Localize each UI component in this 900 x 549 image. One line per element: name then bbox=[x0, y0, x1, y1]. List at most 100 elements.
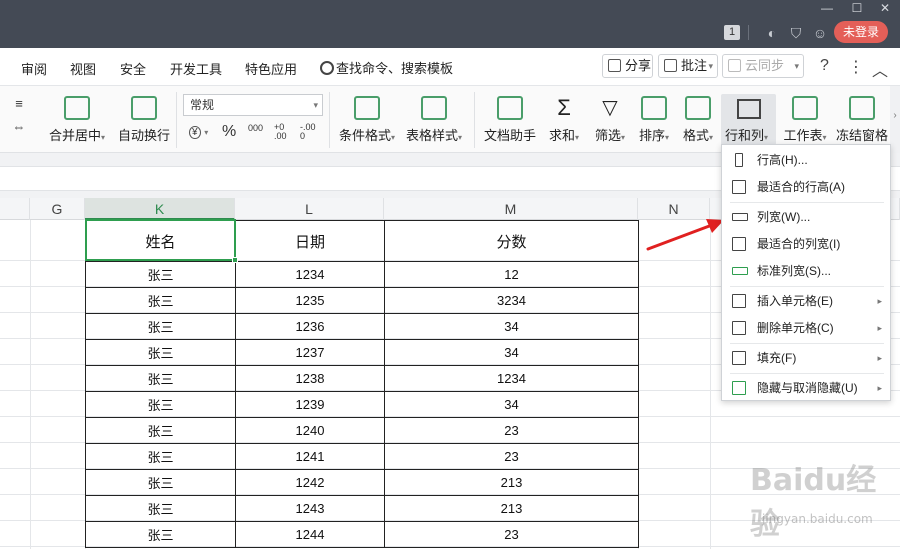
table-cell[interactable]: 张三 bbox=[85, 469, 236, 496]
skin-icon[interactable]: ◐ bbox=[763, 24, 781, 42]
table-cell[interactable]: 1235 bbox=[235, 287, 385, 314]
tab-review[interactable]: 审阅 bbox=[21, 59, 47, 78]
table-cell[interactable]: 张三 bbox=[85, 313, 236, 340]
column-header-g[interactable]: G bbox=[30, 198, 85, 220]
menu-item-autofit-column-width[interactable]: 最适合的列宽(I) bbox=[722, 231, 890, 257]
table-cell[interactable]: 1239 bbox=[235, 391, 385, 418]
table-cell[interactable]: 1238 bbox=[235, 365, 385, 392]
table-cell[interactable]: 张三 bbox=[85, 495, 236, 522]
title-bar: — ☐ ✕ 1 ◐ ⛉ ☺ 未登录 bbox=[0, 0, 900, 48]
tab-developer[interactable]: 开发工具 bbox=[170, 59, 222, 78]
table-cell[interactable]: 34 bbox=[384, 313, 639, 340]
table-cell[interactable]: 23 bbox=[384, 443, 639, 470]
header-cell-date[interactable]: 日期 bbox=[235, 220, 385, 262]
command-search[interactable]: 查找命令、搜索模板 bbox=[320, 58, 453, 77]
column-width-icon bbox=[732, 213, 748, 221]
header-cell-score[interactable]: 分数 bbox=[384, 220, 639, 262]
table-cell[interactable]: 1236 bbox=[235, 313, 385, 340]
menu-item-autofit-row-height[interactable]: 最适合的行高(A) bbox=[722, 174, 890, 200]
freeze-panes-button[interactable]: 冻结窗格 bbox=[836, 96, 888, 144]
more-icon[interactable]: ⋮ bbox=[848, 57, 864, 77]
help-icon[interactable]: ? bbox=[820, 57, 829, 75]
table-cell[interactable]: 34 bbox=[384, 391, 639, 418]
indent-icon[interactable]: ≡ ⇔ bbox=[8, 96, 30, 134]
freeze-panes-label: 冻结窗格 bbox=[836, 128, 889, 143]
table-cell[interactable]: 张三 bbox=[85, 287, 236, 314]
auto-wrap-button[interactable]: 自动换行 bbox=[117, 96, 171, 144]
share-button[interactable]: 分享 bbox=[602, 54, 653, 78]
table-style-button[interactable]: 表格样式▾ bbox=[404, 96, 464, 144]
close-button[interactable]: ✕ bbox=[870, 0, 900, 18]
column-header-m[interactable]: M bbox=[384, 198, 638, 220]
worksheet-button[interactable]: 工作表▾ bbox=[780, 96, 830, 144]
table-cell[interactable]: 1240 bbox=[235, 417, 385, 444]
cloud-icon bbox=[728, 59, 741, 72]
window-count-badge[interactable]: 1 bbox=[724, 25, 740, 40]
table-cell[interactable]: 213 bbox=[384, 495, 639, 522]
merge-center-button[interactable]: 合并居中▾ bbox=[46, 96, 108, 144]
table-cell[interactable]: 1234 bbox=[235, 261, 385, 288]
increase-decimal-button[interactable]: +0 .00 bbox=[274, 123, 294, 141]
menu-item-column-width[interactable]: 列宽(W)... bbox=[722, 204, 890, 230]
table-cell[interactable]: 张三 bbox=[85, 339, 236, 366]
tab-special-apps[interactable]: 特色应用 bbox=[245, 59, 297, 78]
annotate-button[interactable]: 批注 ▾ bbox=[658, 54, 718, 78]
minimize-button[interactable]: — bbox=[812, 0, 842, 18]
table-cell[interactable]: 张三 bbox=[85, 443, 236, 470]
sort-button[interactable]: 排序▾ bbox=[636, 96, 672, 144]
decrease-decimal-button[interactable]: -.00 0 bbox=[300, 123, 320, 141]
number-format-select[interactable]: 常规 ▾ bbox=[183, 94, 323, 116]
menu-item-label: 列宽(W)... bbox=[757, 210, 811, 224]
column-header-k[interactable]: K bbox=[85, 198, 235, 220]
column-header-l[interactable]: L bbox=[235, 198, 384, 220]
table-cell[interactable]: 12 bbox=[384, 261, 639, 288]
merge-center-label: 合并居中 bbox=[48, 128, 101, 143]
fill-handle[interactable] bbox=[232, 257, 238, 263]
shirt-icon[interactable]: ⛉ bbox=[787, 24, 805, 42]
table-cell[interactable]: 3234 bbox=[384, 287, 639, 314]
sum-button[interactable]: Σ 求和▾ bbox=[546, 96, 582, 144]
table-cell[interactable]: 1234 bbox=[384, 365, 639, 392]
menu-item-standard-column-width[interactable]: 标准列宽(S)... bbox=[722, 258, 890, 284]
delete-cells-icon bbox=[732, 321, 746, 335]
row-height-icon bbox=[735, 153, 743, 167]
tab-view[interactable]: 视图 bbox=[70, 59, 96, 78]
cloud-sync-button[interactable]: 云同步 ▾ bbox=[722, 54, 804, 78]
ribbon-scroll-right[interactable]: › bbox=[890, 86, 900, 153]
table-cell[interactable]: 张三 bbox=[85, 417, 236, 444]
doc-helper-icon bbox=[497, 96, 523, 120]
menu-item-hide-unhide[interactable]: 隐藏与取消隐藏(U) ▸ bbox=[722, 375, 890, 401]
format-button[interactable]: 格式▾ bbox=[680, 96, 716, 144]
row-col-button[interactable]: 行和列▾ bbox=[721, 94, 776, 145]
filter-button[interactable]: ▽ 筛选▾ bbox=[592, 96, 628, 144]
table-cell[interactable]: 张三 bbox=[85, 261, 236, 288]
table-cell[interactable]: 1244 bbox=[235, 521, 385, 548]
table-cell[interactable]: 张三 bbox=[85, 365, 236, 392]
menu-item-insert-cells[interactable]: 插入单元格(E) ▸ bbox=[722, 288, 890, 314]
table-cell[interactable]: 23 bbox=[384, 521, 639, 548]
column-header-partial[interactable] bbox=[0, 198, 30, 220]
tab-security[interactable]: 安全 bbox=[120, 59, 146, 78]
table-cell[interactable]: 1241 bbox=[235, 443, 385, 470]
table-cell[interactable]: 张三 bbox=[85, 521, 236, 548]
table-cell[interactable]: 34 bbox=[384, 339, 639, 366]
table-cell[interactable]: 张三 bbox=[85, 391, 236, 418]
menu-item-row-height[interactable]: 行高(H)... bbox=[722, 147, 890, 173]
login-button[interactable]: 未登录 bbox=[834, 21, 888, 43]
maximize-button[interactable]: ☐ bbox=[842, 0, 872, 18]
table-cell[interactable]: 213 bbox=[384, 469, 639, 496]
table-cell[interactable]: 1243 bbox=[235, 495, 385, 522]
thousands-separator-button[interactable]: 000 bbox=[248, 123, 263, 133]
menu-item-fill[interactable]: 填充(F) ▸ bbox=[722, 345, 890, 371]
table-cell[interactable]: 1242 bbox=[235, 469, 385, 496]
table-cell[interactable]: 23 bbox=[384, 417, 639, 444]
menu-item-delete-cells[interactable]: 删除单元格(C) ▸ bbox=[722, 315, 890, 341]
collapse-ribbon-icon[interactable]: ︿ bbox=[872, 57, 888, 81]
percent-button[interactable]: % bbox=[222, 123, 236, 141]
conditional-format-button[interactable]: 条件格式▾ bbox=[337, 96, 397, 144]
data-table: 姓名 日期 分数 张三 1234 12 张三 1235 3234 张三 1236 34 张三… bbox=[85, 220, 639, 548]
user-icon[interactable]: ☺ bbox=[811, 24, 829, 42]
table-cell[interactable]: 1237 bbox=[235, 339, 385, 366]
currency-button[interactable]: ¥ ▾ bbox=[189, 123, 208, 139]
doc-helper-button[interactable]: 文档助手 bbox=[484, 96, 536, 144]
